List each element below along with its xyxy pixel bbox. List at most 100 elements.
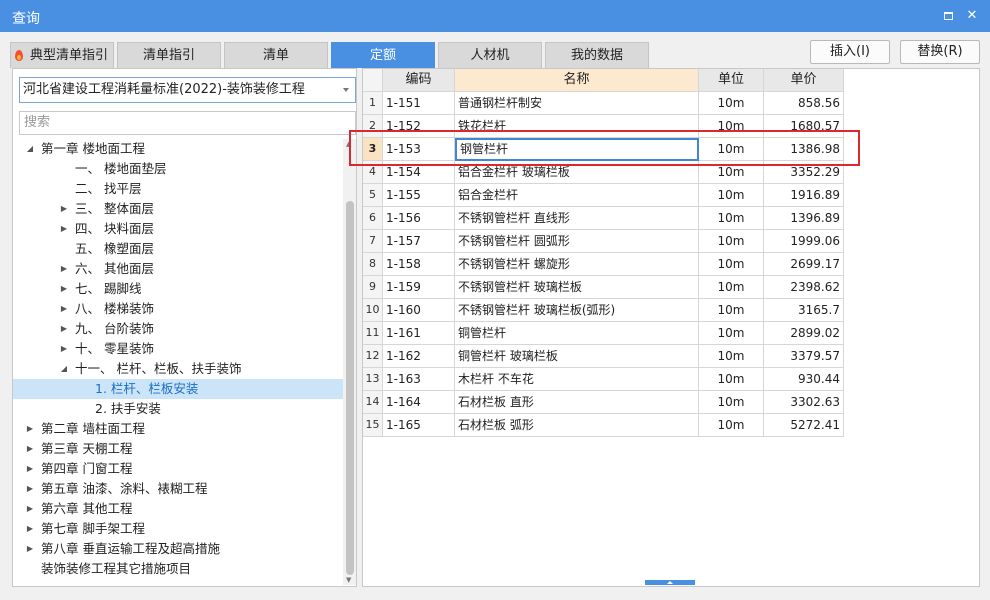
tab-typical-list-guide[interactable]: 典型清单指引 (10, 42, 114, 68)
cell-unit[interactable]: 10m (699, 184, 764, 207)
scrollbar-thumb[interactable] (346, 201, 354, 575)
cell-name[interactable]: 石材栏板 直形 (455, 391, 699, 414)
cell-name[interactable]: 钢管栏杆 (455, 138, 699, 161)
cell-unit[interactable]: 10m (699, 230, 764, 253)
cell-price[interactable]: 2699.17 (764, 253, 844, 276)
standard-select[interactable]: 河北省建设工程消耗量标准(2022)-装饰装修工程 (19, 77, 356, 103)
cell-name[interactable]: 不锈钢管栏杆 直线形 (455, 207, 699, 230)
cell-code[interactable]: 1-157 (383, 230, 455, 253)
cell-unit[interactable]: 10m (699, 276, 764, 299)
cell-unit[interactable]: 10m (699, 207, 764, 230)
cell-name[interactable]: 铝合金栏杆 (455, 184, 699, 207)
tree-item[interactable]: ▶ 第五章 油漆、涂料、裱糊工程 (13, 479, 343, 499)
cell-name[interactable]: 不锈钢管栏杆 玻璃栏板(弧形) (455, 299, 699, 322)
row-index[interactable]: 13 (363, 368, 383, 391)
header-name[interactable]: 名称 (455, 69, 699, 92)
row-index[interactable]: 14 (363, 391, 383, 414)
tree-item[interactable]: ▶ 第二章 墙柱面工程 (13, 419, 343, 439)
tree-item[interactable]: ▶ 第三章 天棚工程 (13, 439, 343, 459)
cell-price[interactable]: 3379.57 (764, 345, 844, 368)
row-index[interactable]: 12 (363, 345, 383, 368)
cell-code[interactable]: 1-161 (383, 322, 455, 345)
tree-collapsed-icon[interactable]: ▶ (59, 219, 69, 239)
tree-collapsed-icon[interactable]: ▶ (59, 319, 69, 339)
row-index[interactable]: 9 (363, 276, 383, 299)
cell-name[interactable]: 不锈钢管栏杆 圆弧形 (455, 230, 699, 253)
cell-unit[interactable]: 10m (699, 322, 764, 345)
row-index[interactable]: 3 (363, 138, 383, 161)
header-code[interactable]: 编码 (383, 69, 455, 92)
insert-button[interactable]: 插入(I) (810, 40, 890, 64)
cell-name[interactable]: 铝合金栏杆 玻璃栏板 (455, 161, 699, 184)
tree-item[interactable]: ◢ 十一、 栏杆、栏板、扶手装饰 (13, 359, 343, 379)
cell-unit[interactable]: 10m (699, 253, 764, 276)
cell-name[interactable]: 不锈钢管栏杆 螺旋形 (455, 253, 699, 276)
tree-item[interactable]: ◢ 第一章 楼地面工程 (13, 139, 343, 159)
tree-collapsed-icon[interactable]: ▶ (25, 459, 35, 479)
cell-unit[interactable]: 10m (699, 115, 764, 138)
tree-collapsed-icon[interactable]: ▶ (25, 419, 35, 439)
cell-price[interactable]: 2899.02 (764, 322, 844, 345)
cell-price[interactable]: 3352.29 (764, 161, 844, 184)
tree-collapsed-icon[interactable]: ▶ (25, 539, 35, 559)
cell-price[interactable]: 858.56 (764, 92, 844, 115)
header-price[interactable]: 单价 (764, 69, 844, 92)
cell-code[interactable]: 1-163 (383, 368, 455, 391)
tree-item[interactable]: ▶ 十、 零星装饰 (13, 339, 343, 359)
tree-item[interactable]: 1. 栏杆、栏板安装 (13, 379, 343, 399)
row-index[interactable]: 15 (363, 414, 383, 437)
cell-price[interactable]: 5272.41 (764, 414, 844, 437)
cell-code[interactable]: 1-165 (383, 414, 455, 437)
cell-unit[interactable]: 10m (699, 345, 764, 368)
cell-price[interactable]: 2398.62 (764, 276, 844, 299)
row-index[interactable]: 5 (363, 184, 383, 207)
cell-name[interactable]: 铁花栏杆 (455, 115, 699, 138)
tab-my-data[interactable]: 我的数据 (545, 42, 649, 68)
tree-item[interactable]: ▶ 六、 其他面层 (13, 259, 343, 279)
cell-code[interactable]: 1-162 (383, 345, 455, 368)
cell-code[interactable]: 1-164 (383, 391, 455, 414)
maximize-icon[interactable] (940, 8, 956, 24)
tree-item[interactable]: ▶ 第七章 脚手架工程 (13, 519, 343, 539)
cell-code[interactable]: 1-156 (383, 207, 455, 230)
tree-item[interactable]: 装饰装修工程其它措施项目 (13, 559, 343, 579)
scroll-up-arrow-icon[interactable]: ▲ (346, 140, 351, 148)
tab-list[interactable]: 清单 (224, 42, 328, 68)
tree-item[interactable]: ▶ 七、 踢脚线 (13, 279, 343, 299)
panel-resize-grip[interactable] (645, 580, 695, 585)
tree-item[interactable]: ▶ 八、 楼梯装饰 (13, 299, 343, 319)
cell-unit[interactable]: 10m (699, 138, 764, 161)
cell-name[interactable]: 铜管栏杆 玻璃栏板 (455, 345, 699, 368)
cell-unit[interactable]: 10m (699, 92, 764, 115)
row-index[interactable]: 11 (363, 322, 383, 345)
tree-item[interactable]: ▶ 三、 整体面层 (13, 199, 343, 219)
row-index[interactable]: 1 (363, 92, 383, 115)
cell-name[interactable]: 普通钢栏杆制安 (455, 92, 699, 115)
cell-unit[interactable]: 10m (699, 161, 764, 184)
tree-collapsed-icon[interactable]: ▶ (59, 199, 69, 219)
tree-item[interactable]: 五、 橡塑面层 (13, 239, 343, 259)
cell-unit[interactable]: 10m (699, 368, 764, 391)
cell-code[interactable]: 1-159 (383, 276, 455, 299)
cell-code[interactable]: 1-152 (383, 115, 455, 138)
cell-price[interactable]: 1396.89 (764, 207, 844, 230)
cell-price[interactable]: 930.44 (764, 368, 844, 391)
tree-collapsed-icon[interactable]: ▶ (25, 519, 35, 539)
tab-list-guide[interactable]: 清单指引 (117, 42, 221, 68)
cell-unit[interactable]: 10m (699, 414, 764, 437)
tree-collapsed-icon[interactable]: ▶ (25, 499, 35, 519)
row-index[interactable]: 2 (363, 115, 383, 138)
tree-collapsed-icon[interactable]: ▶ (59, 259, 69, 279)
cell-price[interactable]: 1680.57 (764, 115, 844, 138)
cell-price[interactable]: 1916.89 (764, 184, 844, 207)
tab-labor-material-machine[interactable]: 人材机 (438, 42, 542, 68)
tree-expanded-icon[interactable]: ◢ (59, 359, 69, 379)
tree-item[interactable]: ▶ 第六章 其他工程 (13, 499, 343, 519)
cell-price[interactable]: 3165.7 (764, 299, 844, 322)
cell-code[interactable]: 1-158 (383, 253, 455, 276)
row-index[interactable]: 10 (363, 299, 383, 322)
tree-item[interactable]: ▶ 第四章 门窗工程 (13, 459, 343, 479)
cell-name[interactable]: 木栏杆 不车花 (455, 368, 699, 391)
tree-item[interactable]: 一、 楼地面垫层 (13, 159, 343, 179)
tree-collapsed-icon[interactable]: ▶ (59, 279, 69, 299)
